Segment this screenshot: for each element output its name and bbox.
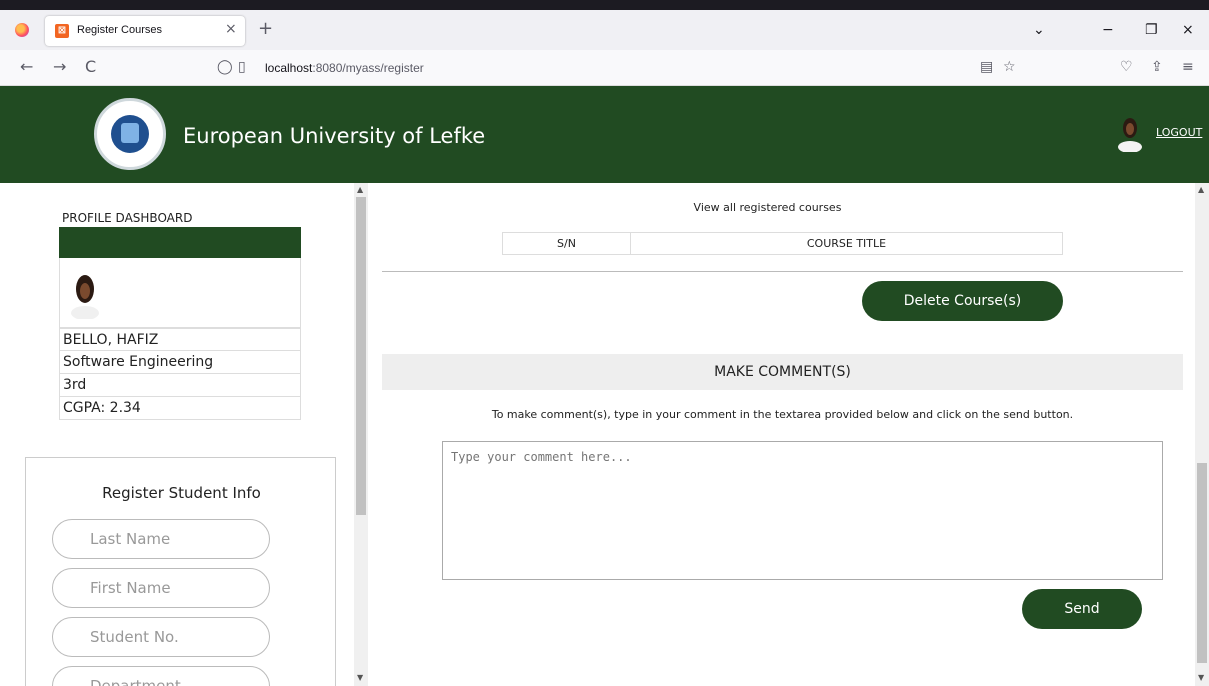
browser-tabbar: ⊠ Register Courses × + ⌄ − ❐ × (0, 0, 1209, 50)
view-courses-label: View all registered courses (693, 201, 842, 214)
minimize-icon[interactable]: − (1102, 22, 1114, 38)
menu-icon[interactable]: ≡ (1182, 58, 1194, 76)
url-host: localhost (265, 61, 313, 75)
delete-courses-button[interactable]: Delete Course(s) (862, 281, 1063, 321)
close-window-icon[interactable]: × (1182, 22, 1194, 38)
tab-close-icon[interactable]: × (225, 21, 237, 37)
url-text[interactable]: localhost:8080/myass/register (265, 61, 424, 75)
column-sn: S/N (502, 232, 631, 255)
make-comment-heading: MAKE COMMENT(S) (382, 354, 1183, 390)
page-scroll-thumb[interactable] (1197, 463, 1207, 663)
scroll-up-icon[interactable]: ▲ (1198, 185, 1204, 194)
page-icon: ▯ (238, 59, 246, 75)
xampp-favicon-icon: ⊠ (55, 24, 69, 38)
profile-dashboard-label: PROFILE DASHBOARD (62, 211, 193, 225)
department-input[interactable]: Department (52, 666, 270, 686)
pocket-icon[interactable]: ♡ (1120, 58, 1133, 76)
register-form-title: Register Student Info (102, 484, 261, 502)
firefox-icon[interactable] (15, 23, 29, 37)
send-button[interactable]: Send (1022, 589, 1142, 629)
reload-icon[interactable]: C (85, 58, 96, 76)
sidebar: PROFILE DASHBOARD BELLO, HAFIZ Software … (0, 183, 370, 686)
shield-icon[interactable]: ◯ (217, 59, 233, 75)
profile-level: 3rd (59, 374, 301, 397)
list-all-tabs-icon[interactable]: ⌄ (1033, 22, 1045, 38)
new-tab-icon[interactable]: + (258, 20, 273, 38)
sidebar-scrollbar[interactable]: ▲ ▼ (354, 183, 368, 686)
profile-department: Software Engineering (59, 351, 301, 374)
last-name-input[interactable]: Last Name (52, 519, 270, 559)
scroll-down-icon[interactable]: ▼ (1198, 673, 1204, 682)
site-title: European University of Lefke (183, 124, 486, 148)
profile-cgpa: CGPA: 2.34 (59, 397, 301, 420)
restore-icon[interactable]: ❐ (1145, 22, 1158, 38)
sidebar-scroll-thumb[interactable] (356, 197, 366, 515)
logo-emblem-icon (111, 115, 149, 153)
column-course-title: COURSE TITLE (630, 232, 1063, 255)
back-icon[interactable]: ← (20, 58, 33, 76)
window-top-edge (0, 0, 1209, 10)
tab-title: Register Courses (77, 24, 162, 36)
table-header-row: S/N COURSE TITLE (502, 232, 1063, 255)
scroll-up-icon[interactable]: ▲ (357, 185, 363, 194)
page-scrollbar[interactable]: ▲ ▼ (1195, 183, 1209, 686)
url-bar[interactable]: ◯ ▯ localhost:8080/myass/register ▤ ☆ (210, 54, 1016, 82)
browser-tab[interactable]: ⊠ Register Courses × (45, 16, 245, 46)
profile-name: BELLO, HAFIZ (59, 328, 301, 351)
main-content: View all registered courses S/N COURSE T… (370, 183, 1195, 686)
university-logo (94, 98, 166, 170)
reader-view-icon[interactable]: ▤ (980, 59, 993, 75)
student-no-input[interactable]: Student No. (52, 617, 270, 657)
url-path: :8080/myass/register (312, 61, 424, 75)
comment-instructions: To make comment(s), type in your comment… (491, 408, 1074, 421)
comment-textarea[interactable] (442, 441, 1163, 580)
avatar (1118, 118, 1142, 152)
divider (382, 271, 1183, 272)
bookmark-star-icon[interactable]: ☆ (1003, 59, 1016, 75)
site-header: European University of Lefke LOGOUT (0, 86, 1209, 183)
courses-table: S/N COURSE TITLE (502, 232, 1063, 255)
profile-photo (71, 275, 99, 319)
browser-navbar: ← → C ◯ ▯ localhost:8080/myass/register … (0, 50, 1209, 86)
profile-photo-cell (59, 258, 301, 328)
forward-icon[interactable]: → (53, 58, 66, 76)
scroll-down-icon[interactable]: ▼ (357, 673, 363, 682)
register-student-form: Register Student Info Last Name First Na… (25, 457, 336, 686)
first-name-input[interactable]: First Name (52, 568, 270, 608)
share-icon[interactable]: ⇪ (1151, 58, 1163, 76)
profile-header-bar (59, 227, 301, 258)
logout-link[interactable]: LOGOUT (1156, 126, 1202, 139)
